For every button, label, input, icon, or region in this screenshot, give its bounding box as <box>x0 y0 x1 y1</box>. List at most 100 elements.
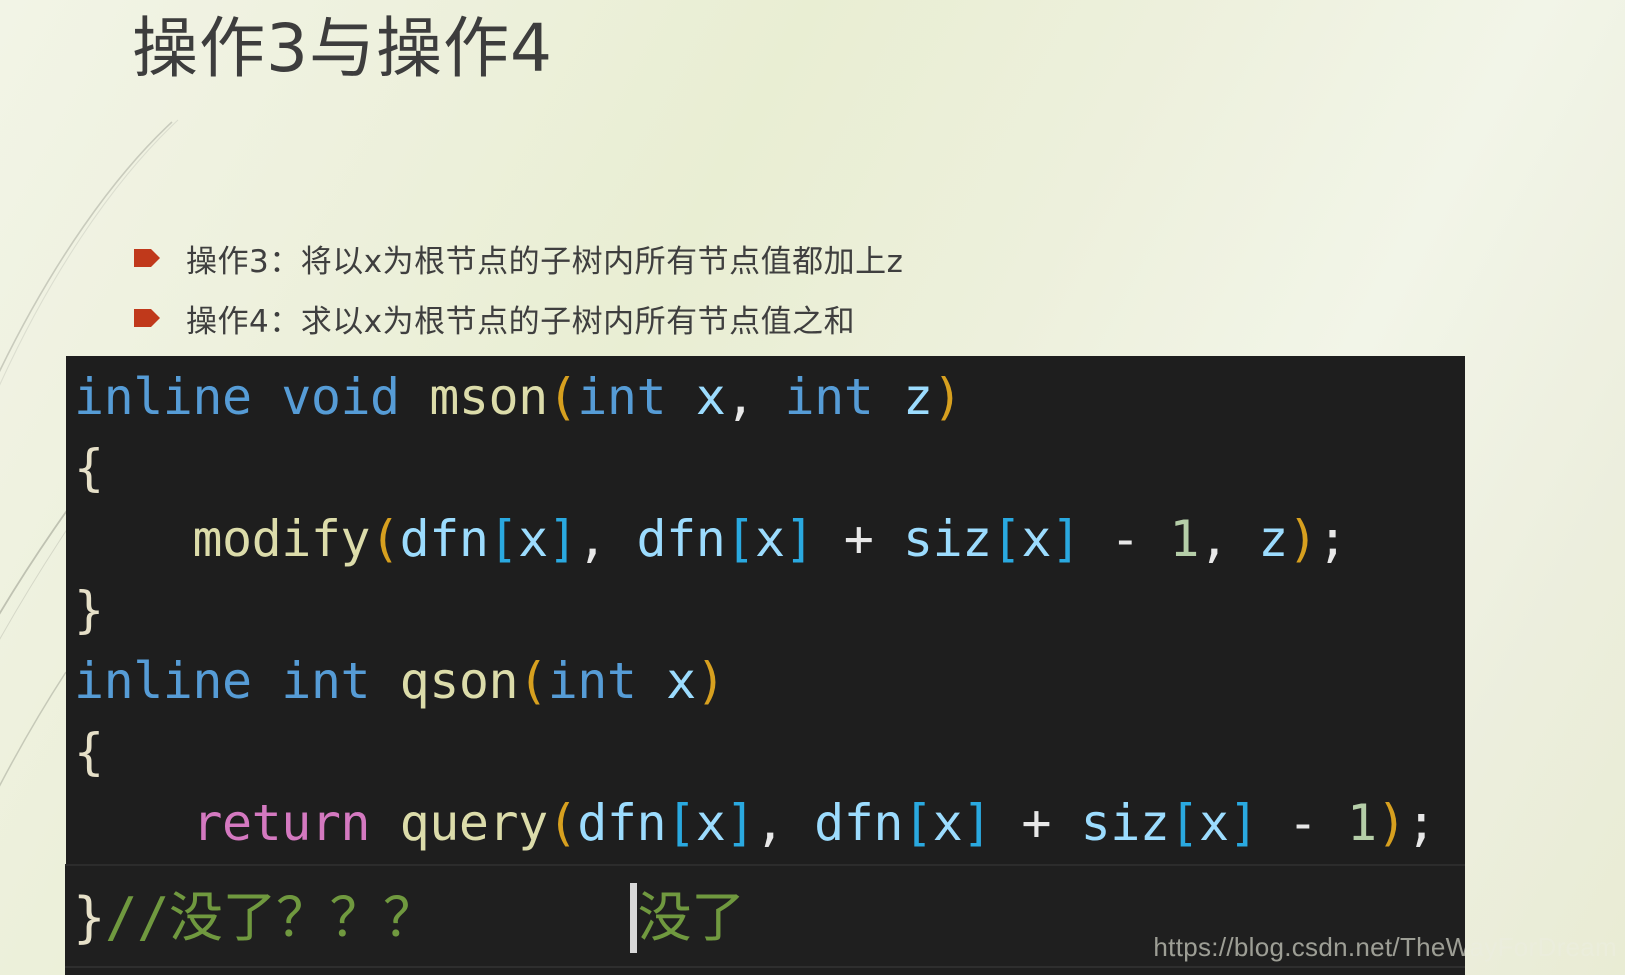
code-token: [ <box>902 794 933 852</box>
code-token: int <box>784 368 874 426</box>
code-token: - <box>1080 510 1170 568</box>
code-token: ] <box>1228 794 1259 852</box>
code-token: } <box>74 581 104 639</box>
code-token: ( <box>370 510 400 568</box>
code-token: ] <box>1051 510 1081 568</box>
code-token: //没了？？？ <box>105 886 437 949</box>
code-token: x <box>518 510 548 568</box>
code-token: - <box>1258 794 1348 852</box>
code-token: , <box>725 368 755 426</box>
code-token: 1 <box>1169 510 1200 568</box>
code-token: + <box>814 510 903 568</box>
code-token: ) <box>932 368 963 426</box>
code-token: int <box>281 652 371 710</box>
code-token: void <box>281 368 400 426</box>
text-caret <box>629 883 637 953</box>
code-token: [ <box>666 794 696 852</box>
code-token: inline <box>74 652 252 710</box>
editor-bottom-strip[interactable]: }//没了？？？ 没了 <box>65 864 1465 975</box>
list-item-label: 操作3：将以x为根节点的子树内所有节点值都加上z <box>186 243 904 280</box>
code-token: ] <box>547 510 578 568</box>
code-token: [ <box>991 510 1022 568</box>
slide: 操作3与操作4 操作3：将以x为根节点的子树内所有节点值都加上z 操作4：求以x… <box>0 0 1625 975</box>
code-token: x <box>695 368 726 426</box>
code-block: inline void mson(int x, int z){ modify(d… <box>66 356 1465 865</box>
code-token: modify <box>192 510 371 568</box>
code-token: ] <box>784 510 815 568</box>
arrow-pentagon-bullet-icon <box>134 249 160 267</box>
code-line: } <box>74 575 1436 646</box>
code-token: x <box>695 794 726 852</box>
code-token: qson <box>399 652 519 710</box>
code-token: , <box>754 794 815 852</box>
code-token: ) <box>695 652 726 710</box>
code-line: inline void mson(int x, int z) <box>74 362 1436 433</box>
code-token: ] <box>725 794 755 852</box>
code-token: query <box>399 794 549 852</box>
code-token: ; <box>1317 510 1348 568</box>
code-token: dfn <box>577 794 667 852</box>
editor-line-divider <box>65 966 1465 968</box>
code-token: [ <box>725 510 755 568</box>
code-token: siz <box>902 510 992 568</box>
bullet-list: 操作3：将以x为根节点的子树内所有节点值都加上z 操作4：求以x为根节点的子树内… <box>134 228 1334 348</box>
code-token: z <box>902 368 933 426</box>
code-line: { <box>74 717 1436 788</box>
editor-comment-line: }//没了？？？ 没了 <box>73 868 745 968</box>
code-token: z <box>1258 510 1288 568</box>
code-token: x <box>1199 794 1229 852</box>
code-token: x <box>1021 510 1051 568</box>
code-token: ( <box>547 368 578 426</box>
code-token: inline <box>74 368 252 426</box>
code-token: { <box>74 723 104 781</box>
arrow-pentagon-bullet-icon <box>134 309 160 327</box>
code-token: mson <box>429 368 548 426</box>
code-token: dfn <box>814 794 903 852</box>
code-token: dfn <box>399 510 489 568</box>
code-line: return query(dfn[x], dfn[x] + siz[x] - 1… <box>74 788 1436 859</box>
code-line: { <box>74 433 1436 504</box>
code-token: x <box>932 794 963 852</box>
list-item: 操作3：将以x为根节点的子树内所有节点值都加上z <box>134 228 1334 288</box>
code-token: } <box>73 886 106 949</box>
code-token: 1 <box>1347 794 1377 852</box>
code-token: int <box>577 368 667 426</box>
code-token: 没了 <box>637 886 746 949</box>
code-line: inline int qson(int x) <box>74 646 1436 717</box>
code-token: ; <box>1406 794 1436 852</box>
code-token: + <box>991 794 1081 852</box>
code-token: ) <box>1376 794 1407 852</box>
code-token: ) <box>1287 510 1318 568</box>
code-line: modify(dfn[x], dfn[x] + siz[x] - 1, z); <box>74 504 1436 575</box>
code-token: ] <box>962 794 992 852</box>
code-token: x <box>666 652 696 710</box>
code-token: return <box>192 794 371 852</box>
code-token: ( <box>518 652 548 710</box>
code-lines: inline void mson(int x, int z){ modify(d… <box>66 356 1436 859</box>
code-token: , <box>577 510 637 568</box>
code-token: int <box>547 652 637 710</box>
code-token: [ <box>1169 794 1200 852</box>
code-token: x <box>754 510 785 568</box>
code-token: ( <box>547 794 578 852</box>
code-token: { <box>74 439 104 497</box>
list-item: 操作4：求以x为根节点的子树内所有节点值之和 <box>134 288 1334 348</box>
page-title: 操作3与操作4 <box>132 10 553 87</box>
code-token: dfn <box>636 510 726 568</box>
code-token: , <box>1199 510 1259 568</box>
code-token: siz <box>1080 794 1170 852</box>
list-item-label: 操作4：求以x为根节点的子树内所有节点值之和 <box>186 303 856 340</box>
code-token: [ <box>488 510 519 568</box>
